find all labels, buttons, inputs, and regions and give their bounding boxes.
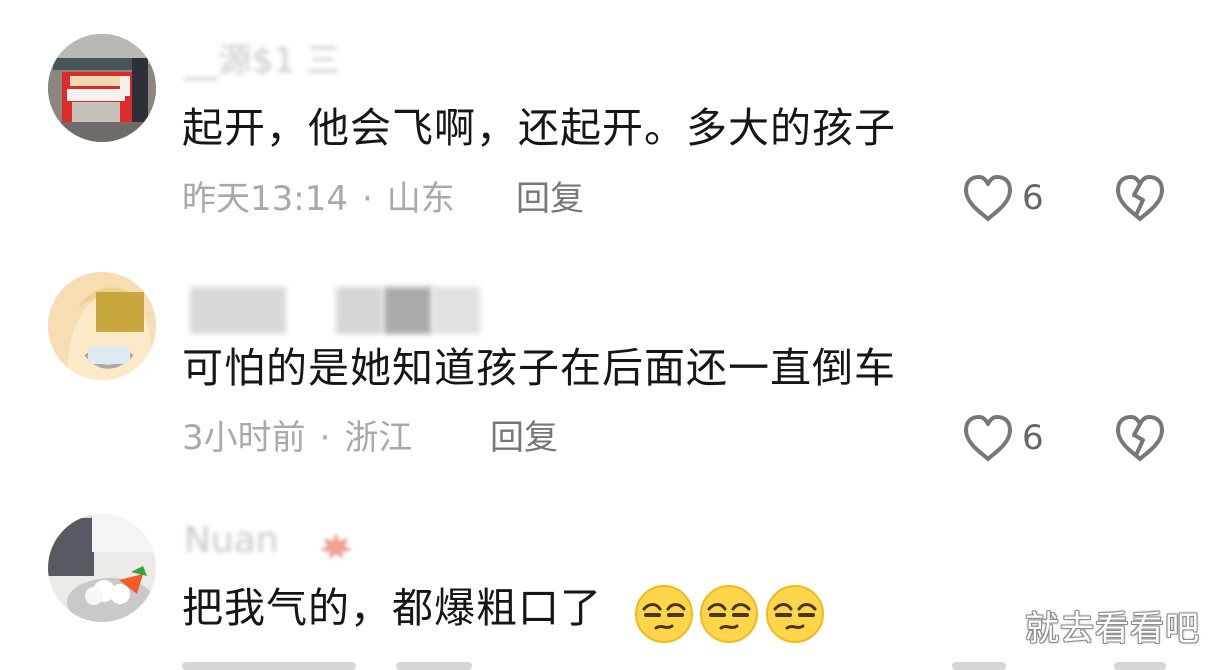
avatar[interactable]	[48, 34, 156, 142]
meta-separator: ·	[319, 418, 331, 458]
avatar-photo-icon	[48, 34, 156, 142]
cropped-dislike-row	[1114, 662, 1166, 670]
avatar-food-icon	[48, 514, 156, 622]
comment-location: 山东	[386, 179, 455, 219]
blurred-username-part	[190, 287, 286, 334]
comment-text: 起开，他会飞啊，还起开。多大的孩子	[182, 104, 896, 152]
comment-text: 可怕的是她知道孩子在后面还一直倒车	[182, 344, 896, 392]
like-count: 6	[1022, 418, 1044, 458]
blurred-username-part	[432, 287, 480, 334]
avatar[interactable]	[48, 272, 156, 380]
broken-heart-icon[interactable]	[1114, 174, 1166, 222]
comment-time: 3小时前	[182, 418, 306, 458]
broken-heart-icon[interactable]	[1114, 414, 1166, 462]
cropped-like-row	[952, 662, 1006, 670]
comment-meta: 昨天13:14 · 山东	[182, 177, 455, 221]
heart-outline-icon[interactable]	[962, 174, 1014, 222]
smirk-emoji-icon	[700, 585, 758, 643]
reply-button[interactable]: 回复	[516, 177, 584, 221]
comment-text: 把我气的，都爆粗口了	[182, 584, 602, 632]
like-count: 6	[1022, 178, 1044, 218]
blurred-username-part	[336, 287, 382, 334]
smirk-emoji-icon	[635, 585, 693, 643]
avatar[interactable]	[48, 514, 156, 622]
cropped-reply-row	[396, 662, 472, 670]
maple-leaf-icon	[320, 532, 352, 559]
cropped-meta-row	[182, 662, 356, 670]
comment-time: 昨天13:14	[182, 179, 348, 219]
blurred-username-part	[384, 287, 432, 334]
reply-button[interactable]: 回复	[490, 416, 558, 460]
comment-location: 浙江	[344, 418, 413, 458]
comment-username[interactable]: __源$1 三	[184, 38, 340, 84]
avatar-cartoon-icon	[48, 272, 156, 380]
smirk-emoji-icon	[766, 585, 824, 643]
watermark-text: 就去看看吧	[1025, 609, 1200, 649]
comment-username[interactable]: Nuan	[184, 518, 279, 564]
comment-meta: 3小时前 · 浙江	[182, 416, 412, 460]
heart-outline-icon[interactable]	[962, 414, 1014, 462]
meta-separator: ·	[361, 179, 373, 219]
